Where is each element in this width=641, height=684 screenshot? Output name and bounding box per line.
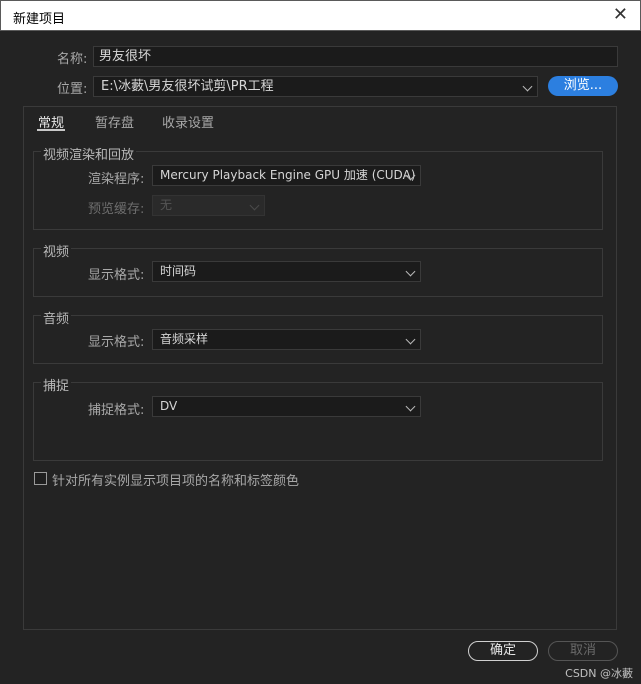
close-icon[interactable]: ✕ <box>613 4 628 25</box>
video-title: 视频 <box>41 241 72 260</box>
audio-title: 音频 <box>41 308 72 327</box>
tab-scratch-disks[interactable]: 暂存盘 <box>95 112 134 131</box>
title-bar: 新建项目 ✕ <box>0 0 641 31</box>
video-format-value: 时间码 <box>160 264 197 278</box>
capture-format-label: 捕捉格式: <box>88 403 145 418</box>
audio-format-label: 显示格式: <box>88 335 145 350</box>
chevron-down-icon <box>522 81 533 92</box>
window-title: 新建项目 <box>13 12 66 27</box>
capture-format-select[interactable]: DV <box>152 396 421 417</box>
location-label: 位置: <box>57 82 88 97</box>
video-render-title: 视频渲染和回放 <box>41 144 137 163</box>
audio-format-value: 音频采样 <box>160 332 209 346</box>
chevron-down-icon <box>405 334 416 345</box>
renderer-value: Mercury Playback Engine GPU 加速 (CUDA) <box>160 168 416 182</box>
preview-cache-select: 无 <box>152 195 265 216</box>
ok-button[interactable]: 确定 <box>468 641 538 661</box>
name-label: 名称: <box>57 52 88 67</box>
watermark: CSDN @冰藪 <box>565 667 633 680</box>
capture-format-value: DV <box>160 399 178 413</box>
project-name-input[interactable]: 男友很坏 <box>93 46 618 67</box>
video-format-label: 显示格式: <box>88 268 145 283</box>
browse-button[interactable]: 浏览... <box>548 76 618 96</box>
renderer-select[interactable]: Mercury Playback Engine GPU 加速 (CUDA) <box>152 165 421 186</box>
show-label-colors-checkbox[interactable] <box>34 472 47 485</box>
location-select[interactable]: E:\冰藪\男友很坏试剪\PR工程 <box>93 76 538 97</box>
capture-group <box>33 382 603 461</box>
renderer-label: 渲染程序: <box>88 172 145 187</box>
chevron-down-icon <box>405 401 416 412</box>
chevron-down-icon <box>405 266 416 277</box>
location-value: E:\冰藪\男友很坏试剪\PR工程 <box>101 79 274 94</box>
show-label-colors-label: 针对所有实例显示项目项的名称和标签颜色 <box>52 474 300 489</box>
audio-format-select[interactable]: 音频采样 <box>152 329 421 350</box>
preview-cache-label: 预览缓存: <box>88 202 145 217</box>
capture-title: 捕捉 <box>41 375 72 394</box>
active-tab-indicator <box>37 129 65 131</box>
tab-ingest-settings[interactable]: 收录设置 <box>162 112 214 131</box>
video-format-select[interactable]: 时间码 <box>152 261 421 282</box>
chevron-down-icon <box>249 200 260 211</box>
cancel-button: 取消 <box>548 641 618 661</box>
preview-cache-value: 无 <box>160 198 173 212</box>
